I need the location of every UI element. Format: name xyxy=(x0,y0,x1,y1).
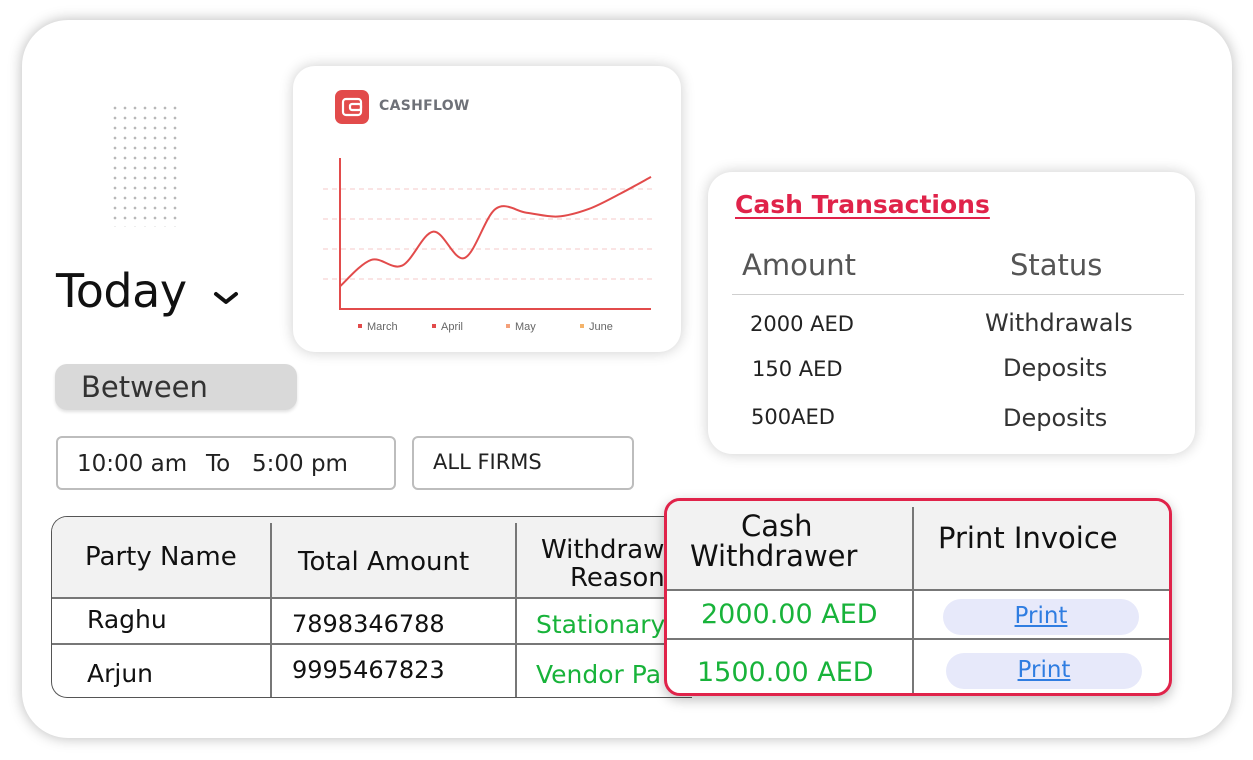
reason-cell: Stationary xyxy=(536,610,666,639)
legend-swatch xyxy=(506,324,510,328)
party-table: Party Name Total Amount Withdraw Reason … xyxy=(51,516,692,698)
legend-swatch xyxy=(580,324,584,328)
cashflow-series-line xyxy=(339,175,652,288)
today-dropdown-label[interactable]: Today xyxy=(56,264,187,318)
legend-label: June xyxy=(589,321,613,333)
header-divider xyxy=(732,294,1184,295)
row-divider xyxy=(52,597,692,599)
legend-label: March xyxy=(367,321,398,333)
cashflow-chart: March April May June xyxy=(323,158,653,333)
firm-select-value: ALL FIRMS xyxy=(433,450,542,474)
row-divider xyxy=(52,643,692,645)
status-column-header: Status xyxy=(1010,248,1103,282)
time-to: 5:00 pm xyxy=(252,451,348,477)
withdrawer-header-line2: Withdrawer xyxy=(690,539,858,573)
total-amount-cell: 9995467823 xyxy=(292,656,445,684)
legend-swatch xyxy=(358,324,362,328)
transaction-amount: 150 AED xyxy=(752,357,843,381)
row-divider xyxy=(667,638,1169,640)
party-name-cell: Arjun xyxy=(87,659,154,688)
total-amount-header: Total Amount xyxy=(298,547,470,577)
withdrawer-invoice-panel: Cash Withdrawer Print Invoice 2000.00 AE… xyxy=(664,498,1172,696)
chevron-down-icon[interactable] xyxy=(212,290,240,306)
withdrawer-amount-cell: 1500.00 AED xyxy=(697,657,874,688)
legend-swatch xyxy=(432,324,436,328)
column-divider xyxy=(270,523,272,697)
row-divider xyxy=(667,589,1169,591)
cashflow-card: CASHFLOW March April May June xyxy=(293,66,681,352)
party-name-cell: Raghu xyxy=(87,605,167,634)
reason-cell: Vendor Pa xyxy=(536,660,662,689)
firm-select[interactable]: ALL FIRMS xyxy=(412,436,634,490)
withdraw-header: Withdraw xyxy=(541,535,665,565)
column-divider xyxy=(515,523,517,697)
print-invoice-header: Print Invoice xyxy=(938,521,1118,555)
reason-header: Reason xyxy=(570,563,665,593)
total-amount-cell: 7898346788 xyxy=(292,610,445,638)
transaction-status: Deposits xyxy=(1003,404,1108,432)
transaction-status: Deposits xyxy=(1003,354,1108,382)
column-divider xyxy=(912,507,914,693)
amount-column-header: Amount xyxy=(742,248,856,282)
transaction-amount: 2000 AED xyxy=(750,312,854,336)
time-to-label: To xyxy=(206,451,231,477)
transaction-amount: 500AED xyxy=(751,405,835,429)
cash-header-line1: Cash xyxy=(741,509,813,543)
cash-transactions-card: Cash Transactions Amount Status 2000 AED… xyxy=(708,172,1195,454)
dot-pattern-decoration xyxy=(110,103,180,227)
legend-label: April xyxy=(441,321,463,333)
party-name-header: Party Name xyxy=(85,542,237,572)
print-link[interactable]: Print xyxy=(946,653,1142,689)
transaction-status: Withdrawals xyxy=(985,309,1133,337)
time-from: 10:00 am xyxy=(77,451,188,477)
between-label: Between xyxy=(81,370,208,404)
print-link[interactable]: Print xyxy=(943,599,1139,635)
cash-transactions-title[interactable]: Cash Transactions xyxy=(735,190,990,219)
legend-label: May xyxy=(515,321,536,333)
time-range-input[interactable]: 10:00 am To 5:00 pm xyxy=(56,436,396,490)
between-toggle[interactable]: Between xyxy=(55,364,297,410)
withdrawer-amount-cell: 2000.00 AED xyxy=(701,599,878,630)
